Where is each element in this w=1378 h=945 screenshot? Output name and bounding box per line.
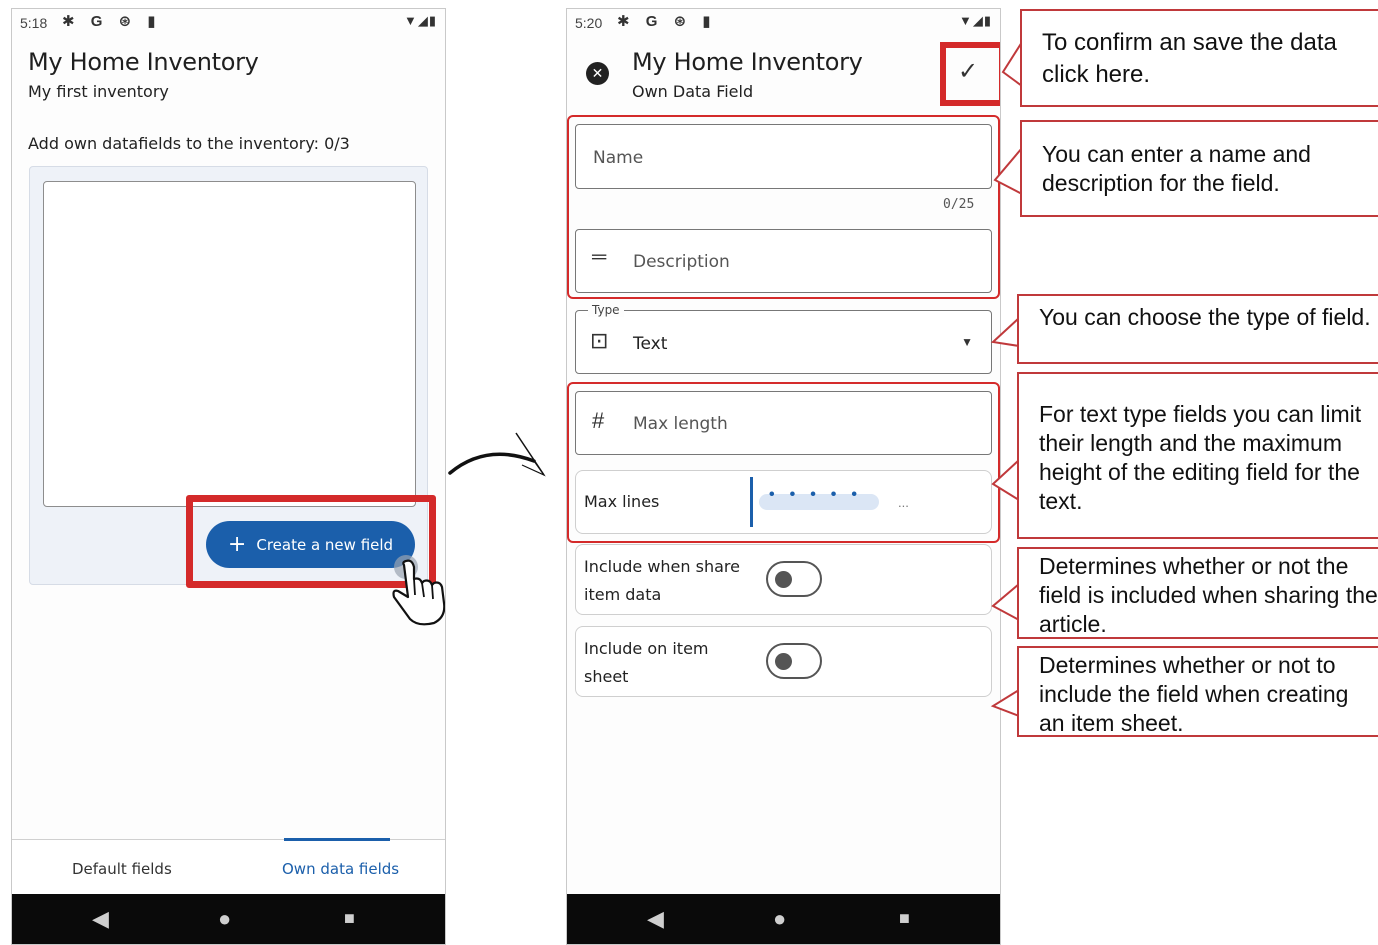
datafields-list [43, 181, 416, 507]
status-bar: 5:18 ✱ G ⊛ ▮ ▼◢▮ [12, 9, 445, 37]
signal-battery-icon: ▼◢▮ [403, 13, 437, 28]
description-placeholder: Description [633, 252, 730, 272]
close-icon[interactable]: ✕ [586, 62, 609, 85]
recent-apps-icon[interactable]: ■ [344, 908, 355, 929]
name-placeholder: Name [593, 148, 644, 168]
slider-ticks: ••••• [769, 486, 873, 503]
system-nav-bar: ◀ ● ■ [567, 894, 1000, 944]
notes-icon: ═ [592, 246, 607, 268]
annotation-length-lines: For text type fields you can limit their… [1017, 372, 1378, 539]
max-length-input[interactable]: # Max length [575, 391, 992, 455]
home-icon[interactable]: ● [218, 906, 231, 932]
tab-own-data-fields[interactable]: Own data fields [282, 860, 399, 878]
status-time: 5:18 [20, 15, 48, 31]
status-icons: ✱ G ⊛ ▮ [617, 13, 717, 30]
bottom-tabs: Default fields Own data fields [12, 838, 445, 895]
tap-hand-icon [392, 555, 445, 626]
max-lines-label: Max lines [584, 492, 660, 511]
type-label: Type [588, 303, 624, 317]
home-icon[interactable]: ● [773, 906, 786, 932]
hash-icon: # [592, 408, 605, 433]
toggle-knob [775, 653, 792, 670]
share-toggle[interactable] [766, 561, 822, 597]
check-icon[interactable]: ✓ [958, 57, 978, 86]
annotation-name-description: You can enter a name and description for… [1020, 120, 1378, 217]
slider-track[interactable]: ••••• [759, 486, 879, 510]
flow-arrow-icon [448, 432, 546, 477]
type-value: Text [633, 334, 668, 354]
slider-more: ... [898, 495, 909, 510]
tab-default-fields[interactable]: Default fields [72, 860, 172, 878]
status-icons: ✱ G ⊛ ▮ [62, 13, 162, 30]
dropdown-arrow-icon: ▼ [961, 335, 973, 349]
toggle-knob [775, 571, 792, 588]
name-char-counter: 0/25 [943, 197, 975, 212]
app-title: My Home Inventory [632, 48, 863, 76]
inventory-subtitle: My first inventory [28, 82, 169, 101]
system-nav-bar: ◀ ● ■ [12, 894, 445, 944]
share-toggle-label: Include when share item data [584, 557, 740, 604]
max-lines-slider-card: Max lines ••••• ... [575, 470, 992, 534]
recent-apps-icon[interactable]: ■ [899, 908, 910, 929]
sheet-toggle[interactable] [766, 643, 822, 679]
annotation-type: You can choose the type of field. [1017, 294, 1378, 364]
phone-screen-inventory: 5:18 ✱ G ⊛ ▮ ▼◢▮ My Home Inventory My fi… [11, 8, 446, 945]
create-new-field-label: Create a new field [256, 535, 394, 554]
back-icon[interactable]: ◀ [647, 906, 664, 932]
active-tab-indicator [284, 838, 390, 841]
back-icon[interactable]: ◀ [92, 906, 109, 932]
slider-thumb[interactable] [750, 477, 753, 527]
app-title: My Home Inventory [28, 48, 259, 76]
plus-icon: + [227, 531, 247, 557]
sheet-toggle-card: Include on item sheet [575, 626, 992, 697]
sheet-toggle-label: Include on item sheet [584, 639, 709, 686]
share-toggle-card: Include when share item data [575, 544, 992, 615]
name-input[interactable]: Name [575, 124, 992, 189]
screen-subtitle: Own Data Field [632, 82, 754, 101]
max-length-placeholder: Max length [633, 414, 728, 434]
annotation-share: Determines whether or not the field is i… [1017, 547, 1378, 639]
description-input[interactable]: ═ Description [575, 229, 992, 293]
type-select[interactable]: Type ⊡ Text ▼ [575, 303, 992, 374]
status-bar: 5:20 ✱ G ⊛ ▮ ▼◢▮ [567, 9, 1000, 37]
status-time: 5:20 [575, 15, 603, 31]
datafields-heading: Add own datafields to the inventory: 0/3 [28, 134, 350, 153]
phone-screen-own-data-field: 5:20 ✱ G ⊛ ▮ ▼◢▮ ✕ My Home Inventory Own… [566, 8, 1001, 945]
annotation-confirm: To confirm an save the data click here. [1020, 9, 1378, 107]
annotation-item-sheet: Determines whether or not to include the… [1017, 646, 1378, 737]
crop-icon: ⊡ [590, 328, 609, 353]
